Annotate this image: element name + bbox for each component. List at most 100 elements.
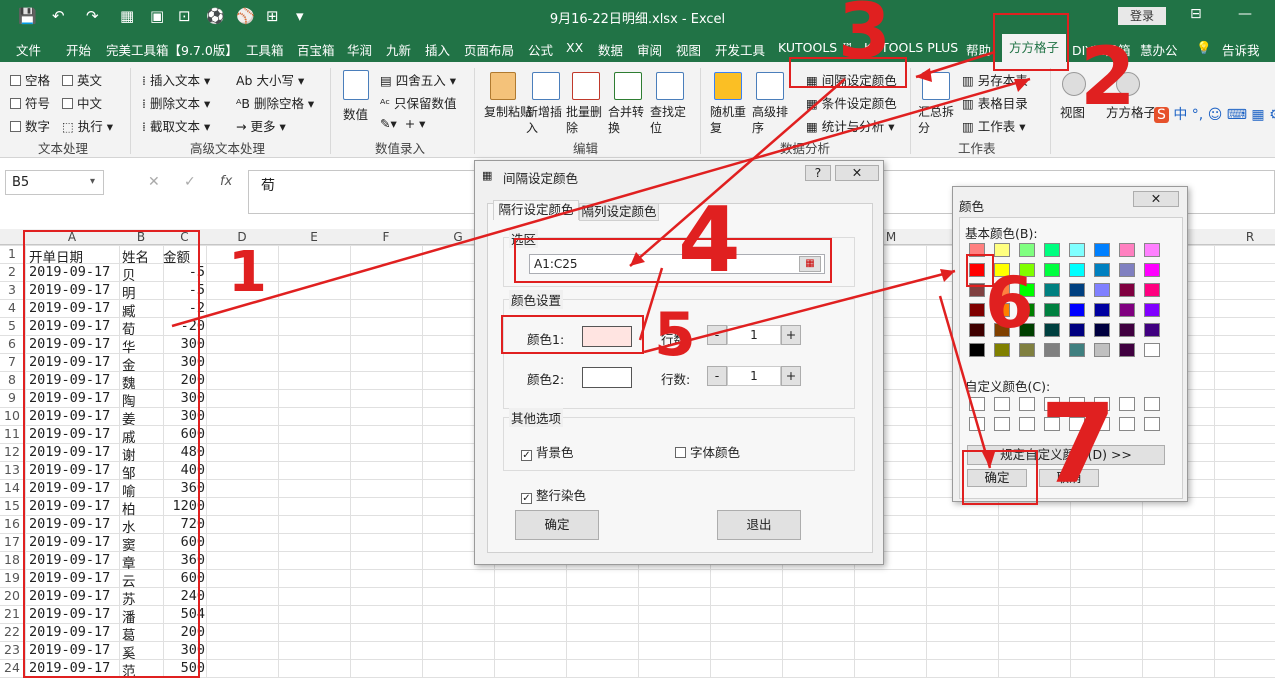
custom-color-swatch[interactable] xyxy=(994,397,1010,411)
checkbox-number[interactable]: 数字 xyxy=(10,116,50,135)
row-number[interactable]: 11 xyxy=(0,426,24,441)
color-swatch[interactable] xyxy=(1119,243,1135,257)
col-header-r[interactable]: R xyxy=(1214,230,1275,244)
color-swatch[interactable] xyxy=(994,243,1010,257)
number-tools-icon[interactable]: ✎▾ + ▾ xyxy=(380,116,425,131)
custom-color-swatch[interactable] xyxy=(969,417,985,431)
summary-split-button[interactable]: 汇总拆分 xyxy=(918,104,958,136)
color-swatch[interactable] xyxy=(969,343,985,357)
color-swatch[interactable] xyxy=(969,303,985,317)
tab-data[interactable]: 数据 xyxy=(598,40,623,59)
number-button[interactable]: 数值 xyxy=(343,104,368,123)
save-sheet-button[interactable]: ▥ 另存本表 xyxy=(962,70,1028,89)
keep-number-button[interactable]: ᴬᶜ 只保留数值 xyxy=(380,93,457,112)
row-number[interactable]: 16 xyxy=(0,516,24,531)
tab-help[interactable]: 帮助 xyxy=(966,40,991,59)
tab-huarun[interactable]: 华润 xyxy=(347,40,372,59)
checkbox-chinese[interactable]: 中文 xyxy=(62,93,102,112)
batch-delete-button[interactable]: 批量删除 xyxy=(566,104,606,136)
tab-treasure[interactable]: 百宝箱 xyxy=(297,40,335,59)
tab-formulas[interactable]: 公式 xyxy=(528,40,553,59)
row-number[interactable]: 21 xyxy=(0,606,24,621)
case-button[interactable]: Ab 大小写 ▾ xyxy=(236,70,304,89)
tab-perfect-toolbox[interactable]: 完美工具箱【9.7.0版】 xyxy=(106,40,238,59)
statistics-button[interactable]: ▦ 统计与分析 ▾ xyxy=(806,116,895,135)
row-number[interactable]: 17 xyxy=(0,534,24,549)
custom-color-swatch[interactable] xyxy=(1019,417,1035,431)
condition-color-button[interactable]: ▦ 条件设定颜色 xyxy=(806,93,897,112)
color-swatch[interactable] xyxy=(1119,263,1135,277)
row-number[interactable]: 14 xyxy=(0,480,24,495)
find-locate-button[interactable]: 查找定位 xyxy=(650,104,690,136)
color-swatch[interactable] xyxy=(1044,323,1060,337)
row-number[interactable]: 9 xyxy=(0,390,24,405)
tab-toolbox[interactable]: 工具箱 xyxy=(246,40,284,59)
rows2-increase-button[interactable]: + xyxy=(781,366,801,386)
color-swatch[interactable] xyxy=(1144,323,1160,337)
row-number[interactable]: 12 xyxy=(0,444,24,459)
row-number[interactable]: 6 xyxy=(0,336,24,351)
color-swatch[interactable] xyxy=(1044,243,1060,257)
color-swatch[interactable] xyxy=(1069,323,1085,337)
color-swatch[interactable] xyxy=(1069,303,1085,317)
checkbox-symbol[interactable]: 符号 xyxy=(10,93,50,112)
checkbox-space[interactable]: 空格 xyxy=(10,70,50,89)
checkbox-english[interactable]: 英文 xyxy=(62,70,102,89)
custom-color-swatch[interactable] xyxy=(1119,417,1135,431)
row-number[interactable]: 13 xyxy=(0,462,24,477)
color-swatch[interactable] xyxy=(1119,323,1135,337)
more-button[interactable]: → 更多 ▾ xyxy=(236,116,286,135)
color-swatch[interactable] xyxy=(1119,343,1135,357)
delete-text-button[interactable]: ⁞ 删除文本 ▾ xyxy=(142,93,210,112)
custom-color-swatch[interactable] xyxy=(969,397,985,411)
row-number[interactable]: 15 xyxy=(0,498,24,513)
font-color-checkbox[interactable]: 字体颜色 xyxy=(675,442,740,461)
insert-text-button[interactable]: ⁞ 插入文本 ▾ xyxy=(142,70,210,89)
rows1-input[interactable]: 1 xyxy=(727,325,781,345)
custom-color-swatch[interactable] xyxy=(1119,397,1135,411)
color-swatch[interactable] xyxy=(1044,283,1060,297)
namebox-dropdown-icon[interactable]: ▾ xyxy=(90,176,95,187)
close-icon[interactable]: ✕ xyxy=(835,165,879,181)
row-number[interactable]: 2 xyxy=(0,264,24,279)
custom-color-swatch[interactable] xyxy=(1144,417,1160,431)
extract-text-button[interactable]: ⁞ 截取文本 ▾ xyxy=(142,116,210,135)
whole-row-checkbox[interactable]: ✓ 整行染色 xyxy=(521,485,586,504)
execute-button[interactable]: ⬚ 执行 ▾ xyxy=(62,116,113,135)
custom-color-swatch[interactable] xyxy=(994,417,1010,431)
enter-icon[interactable]: ✓ xyxy=(184,174,196,190)
color-swatch[interactable] xyxy=(1094,343,1110,357)
help-button[interactable]: ? xyxy=(805,165,831,181)
random-repeat-button[interactable]: 随机重复 xyxy=(710,104,750,136)
ok-button[interactable]: 确定 xyxy=(515,510,599,540)
row-number[interactable]: 24 xyxy=(0,660,24,675)
tab-review[interactable]: 审阅 xyxy=(637,40,662,59)
color-swatch[interactable] xyxy=(1144,243,1160,257)
color-swatch[interactable] xyxy=(1069,283,1085,297)
color-swatch[interactable] xyxy=(1144,343,1160,357)
row-number[interactable]: 19 xyxy=(0,570,24,585)
color-swatch[interactable] xyxy=(1069,343,1085,357)
row-number[interactable]: 18 xyxy=(0,552,24,567)
row-number[interactable]: 8 xyxy=(0,372,24,387)
merge-convert-button[interactable]: 合并转换 xyxy=(608,104,648,136)
tab-page-layout[interactable]: 页面布局 xyxy=(464,40,514,59)
color-swatch[interactable] xyxy=(1144,283,1160,297)
row-number[interactable]: 10 xyxy=(0,408,24,423)
color-swatch[interactable] xyxy=(1044,343,1060,357)
row-number[interactable]: 1 xyxy=(0,246,24,261)
tab-jiuxin[interactable]: 九新 xyxy=(386,40,411,59)
color-swatch[interactable] xyxy=(1094,243,1110,257)
row-number[interactable]: 3 xyxy=(0,282,24,297)
table-directory-button[interactable]: ▥ 表格目录 xyxy=(962,93,1028,112)
advanced-sort-button[interactable]: 高级排序 xyxy=(752,104,792,136)
tab-home[interactable]: 开始 xyxy=(66,40,91,59)
color2-swatch[interactable] xyxy=(582,367,632,388)
tab-xx[interactable]: XX xyxy=(566,40,583,55)
login-button[interactable]: 登录 xyxy=(1118,7,1166,25)
minimize-icon[interactable]: — xyxy=(1238,6,1252,22)
row-number[interactable]: 23 xyxy=(0,642,24,657)
add-insert-button[interactable]: 新增插入 xyxy=(526,104,566,136)
color-swatch[interactable] xyxy=(1044,263,1060,277)
bg-checkbox[interactable]: ✓ 背景色 xyxy=(521,442,574,461)
